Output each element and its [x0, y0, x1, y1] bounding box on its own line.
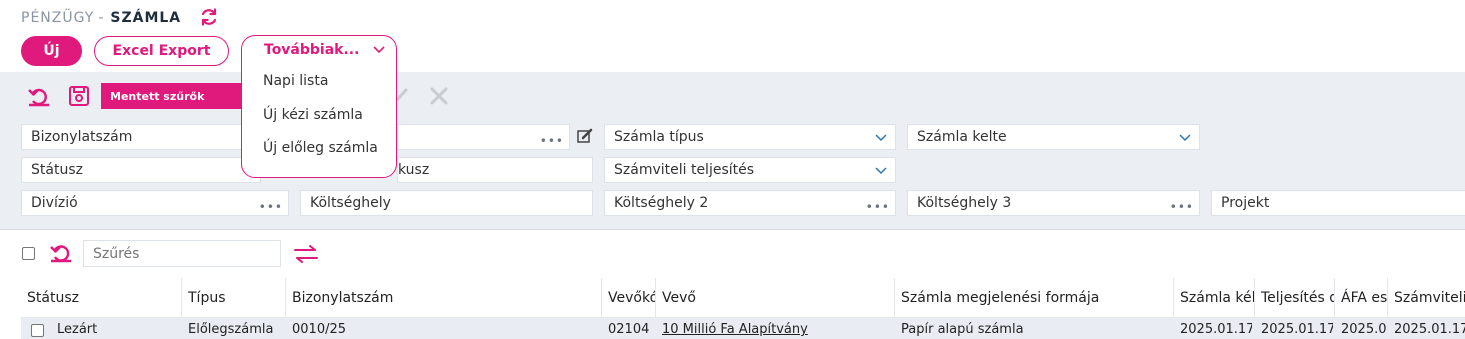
select-all-checkbox[interactable] — [22, 247, 35, 260]
statusz-select[interactable]: Státusz — [21, 157, 261, 183]
szamviteli-teljesites-label: Számviteli teljesítés — [614, 162, 755, 178]
column-header[interactable]: Számviteli — [1387, 278, 1465, 318]
reset-icon[interactable] — [50, 243, 72, 263]
koltseghely-label: Költséghely — [310, 195, 391, 211]
edit-icon[interactable] — [577, 128, 593, 144]
column-header[interactable]: Bizonylatszám — [285, 278, 601, 318]
projekt-label: Projekt — [1221, 195, 1270, 211]
customer-link[interactable]: 10 Millió Fa Alapítvány — [662, 322, 892, 339]
koltseghely-2-field[interactable]: Költséghely 2 ••• — [604, 190, 896, 216]
panel-divider — [0, 229, 1465, 230]
bizonylatszam-label: Bizonylatszám — [31, 129, 133, 145]
szamviteli-teljesites-select[interactable]: Számviteli teljesítés — [604, 157, 896, 183]
cell-type: Előlegszámla — [188, 322, 274, 337]
cell-status: Lezárt — [57, 322, 98, 337]
szamla-kelte-label: Számla kelte — [917, 129, 1007, 145]
column-header[interactable]: Számla megjelenési formája — [894, 278, 1173, 318]
cell-customer-code: 02104 — [608, 322, 650, 337]
cell-document-number: 0010/25 — [292, 322, 347, 337]
koltseghely-2-label: Költséghely 2 — [614, 195, 709, 211]
search-input[interactable] — [83, 240, 281, 267]
chevron-down-icon[interactable] — [373, 44, 385, 54]
save-icon[interactable] — [68, 85, 90, 107]
column-header[interactable]: Vevő — [655, 278, 894, 318]
szamla-kelte-select[interactable]: Számla kelte — [907, 124, 1200, 150]
excel-export-button[interactable]: Excel Export — [94, 36, 229, 66]
koltseghely-3-field[interactable]: Költséghely 3 ••• — [907, 190, 1200, 216]
refresh-icon[interactable] — [199, 7, 219, 27]
saved-filters-select[interactable]: Mentett szűrők — [101, 83, 261, 109]
page-title: SZÁMLA — [110, 10, 182, 26]
status-select-2[interactable]: kusz — [397, 157, 593, 183]
projekt-field[interactable]: Projekt — [1211, 190, 1465, 216]
column-header[interactable]: Státusz — [21, 278, 181, 318]
ellipsis-icon[interactable]: ••• — [540, 135, 564, 147]
new-button[interactable]: Új — [21, 36, 82, 66]
row-checkbox[interactable] — [31, 324, 44, 337]
column-header[interactable]: ÁFA es — [1334, 278, 1387, 318]
koltseghely-field[interactable]: Költséghely — [300, 190, 593, 216]
cell-invoice-date: 2025.01.17. — [1180, 322, 1252, 337]
menu-item-uj-kezi-szamla[interactable]: Új kézi számla — [263, 107, 363, 123]
column-header[interactable]: Számla kél — [1173, 278, 1254, 318]
cell-invoice-form: Papír alapú számla — [901, 322, 1024, 337]
breadcrumb: PÉNZÜGY - SZÁMLA — [21, 8, 181, 28]
statusz-label: Státusz — [31, 162, 83, 178]
cell-vat-date: 2025.0 — [1341, 322, 1386, 337]
swap-icon[interactable] — [294, 245, 318, 263]
cell-fulfillment-date: 2025.01.17. — [1261, 322, 1333, 337]
ellipsis-icon[interactable]: ••• — [866, 201, 890, 213]
status-select-2-label: kusz — [398, 162, 430, 178]
divizio-field[interactable]: Divízió ••• — [21, 190, 289, 216]
reset-filter-icon[interactable] — [27, 85, 51, 107]
edit-icon[interactable] — [396, 86, 410, 102]
ellipsis-icon[interactable]: ••• — [1170, 201, 1194, 213]
cell-accounting-date: 2025.01.17. — [1394, 322, 1465, 337]
breadcrumb-separator: - — [98, 10, 105, 26]
column-header[interactable]: Vevőkó — [601, 278, 655, 318]
chevron-down-icon — [875, 134, 887, 142]
szamla-tipus-label: Számla típus — [614, 129, 704, 145]
koltseghely-3-label: Költséghely 3 — [917, 195, 1012, 211]
bizonylatszam-field[interactable]: Bizonylatszám — [21, 124, 261, 150]
column-header[interactable]: Teljesítés d — [1254, 278, 1334, 318]
close-icon[interactable] — [429, 86, 449, 106]
divizio-label: Divízió — [31, 195, 78, 211]
partner-field[interactable]: ••• — [397, 124, 570, 150]
ellipsis-icon[interactable]: ••• — [259, 201, 283, 213]
breadcrumb-parent[interactable]: PÉNZÜGY — [21, 10, 94, 26]
menu-item-uj-eloleg-szamla[interactable]: Új előleg számla — [263, 140, 378, 156]
chevron-down-icon — [875, 167, 887, 175]
more-button[interactable]: Továbbiak... — [264, 42, 359, 58]
chevron-down-icon — [1179, 134, 1191, 142]
column-header[interactable]: Típus — [181, 278, 285, 318]
szamla-tipus-select[interactable]: Számla típus — [604, 124, 896, 150]
menu-item-napi-lista[interactable]: Napi lista — [263, 73, 328, 89]
